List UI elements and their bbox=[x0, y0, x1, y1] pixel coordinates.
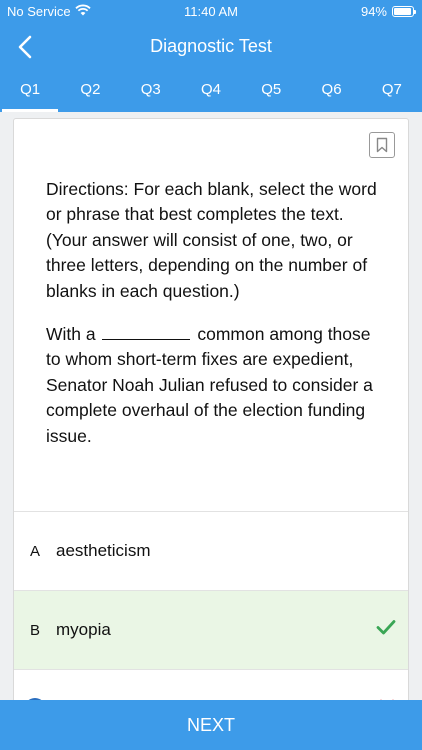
option-c[interactable]: C skepticism bbox=[14, 670, 408, 700]
question-card: Directions: For each blank, select the w… bbox=[13, 118, 409, 700]
option-a[interactable]: A aestheticism bbox=[14, 512, 408, 590]
status-bar: No Service 11:40 AM 94% bbox=[0, 0, 422, 24]
tab-q4[interactable]: Q4 bbox=[181, 70, 241, 112]
bookmark-icon bbox=[376, 137, 388, 153]
directions-text: Directions: For each blank, select the w… bbox=[46, 179, 377, 301]
question-tabs: Q1 Q2 Q3 Q4 Q5 Q6 Q7 bbox=[0, 70, 422, 112]
bookmark-button[interactable] bbox=[369, 132, 395, 158]
tab-q2[interactable]: Q2 bbox=[60, 70, 120, 112]
question-text: Directions: For each blank, select the w… bbox=[46, 177, 386, 467]
tab-q7[interactable]: Q7 bbox=[362, 70, 422, 112]
answer-blank bbox=[102, 326, 191, 341]
tab-q1[interactable]: Q1 bbox=[0, 70, 60, 112]
stem-before: With a bbox=[46, 324, 96, 345]
question-stem: With a common among those to whom short-… bbox=[46, 322, 386, 449]
option-letter: B bbox=[29, 621, 40, 639]
nav-bar: Diagnostic Test bbox=[0, 24, 422, 70]
stem-after: common among those to whom short-term fi… bbox=[46, 324, 373, 446]
tab-q5[interactable]: Q5 bbox=[241, 70, 301, 112]
option-text: aestheticism bbox=[56, 541, 151, 560]
option-letter: A bbox=[29, 542, 40, 560]
check-icon bbox=[376, 620, 396, 635]
content-area: Directions: For each blank, select the w… bbox=[0, 112, 422, 700]
page-title: Diagnostic Test bbox=[150, 36, 272, 56]
option-b[interactable]: B myopia bbox=[14, 591, 408, 669]
battery-fill bbox=[394, 8, 411, 15]
status-time: 11:40 AM bbox=[184, 4, 238, 19]
tab-q3[interactable]: Q3 bbox=[121, 70, 181, 112]
option-text: myopia bbox=[56, 620, 111, 639]
tab-q6[interactable]: Q6 bbox=[301, 70, 361, 112]
battery-icon bbox=[392, 6, 416, 17]
battery-percent: 94% bbox=[360, 4, 387, 19]
next-button[interactable]: NEXT bbox=[0, 700, 422, 750]
status-right: 94% bbox=[360, 4, 416, 19]
